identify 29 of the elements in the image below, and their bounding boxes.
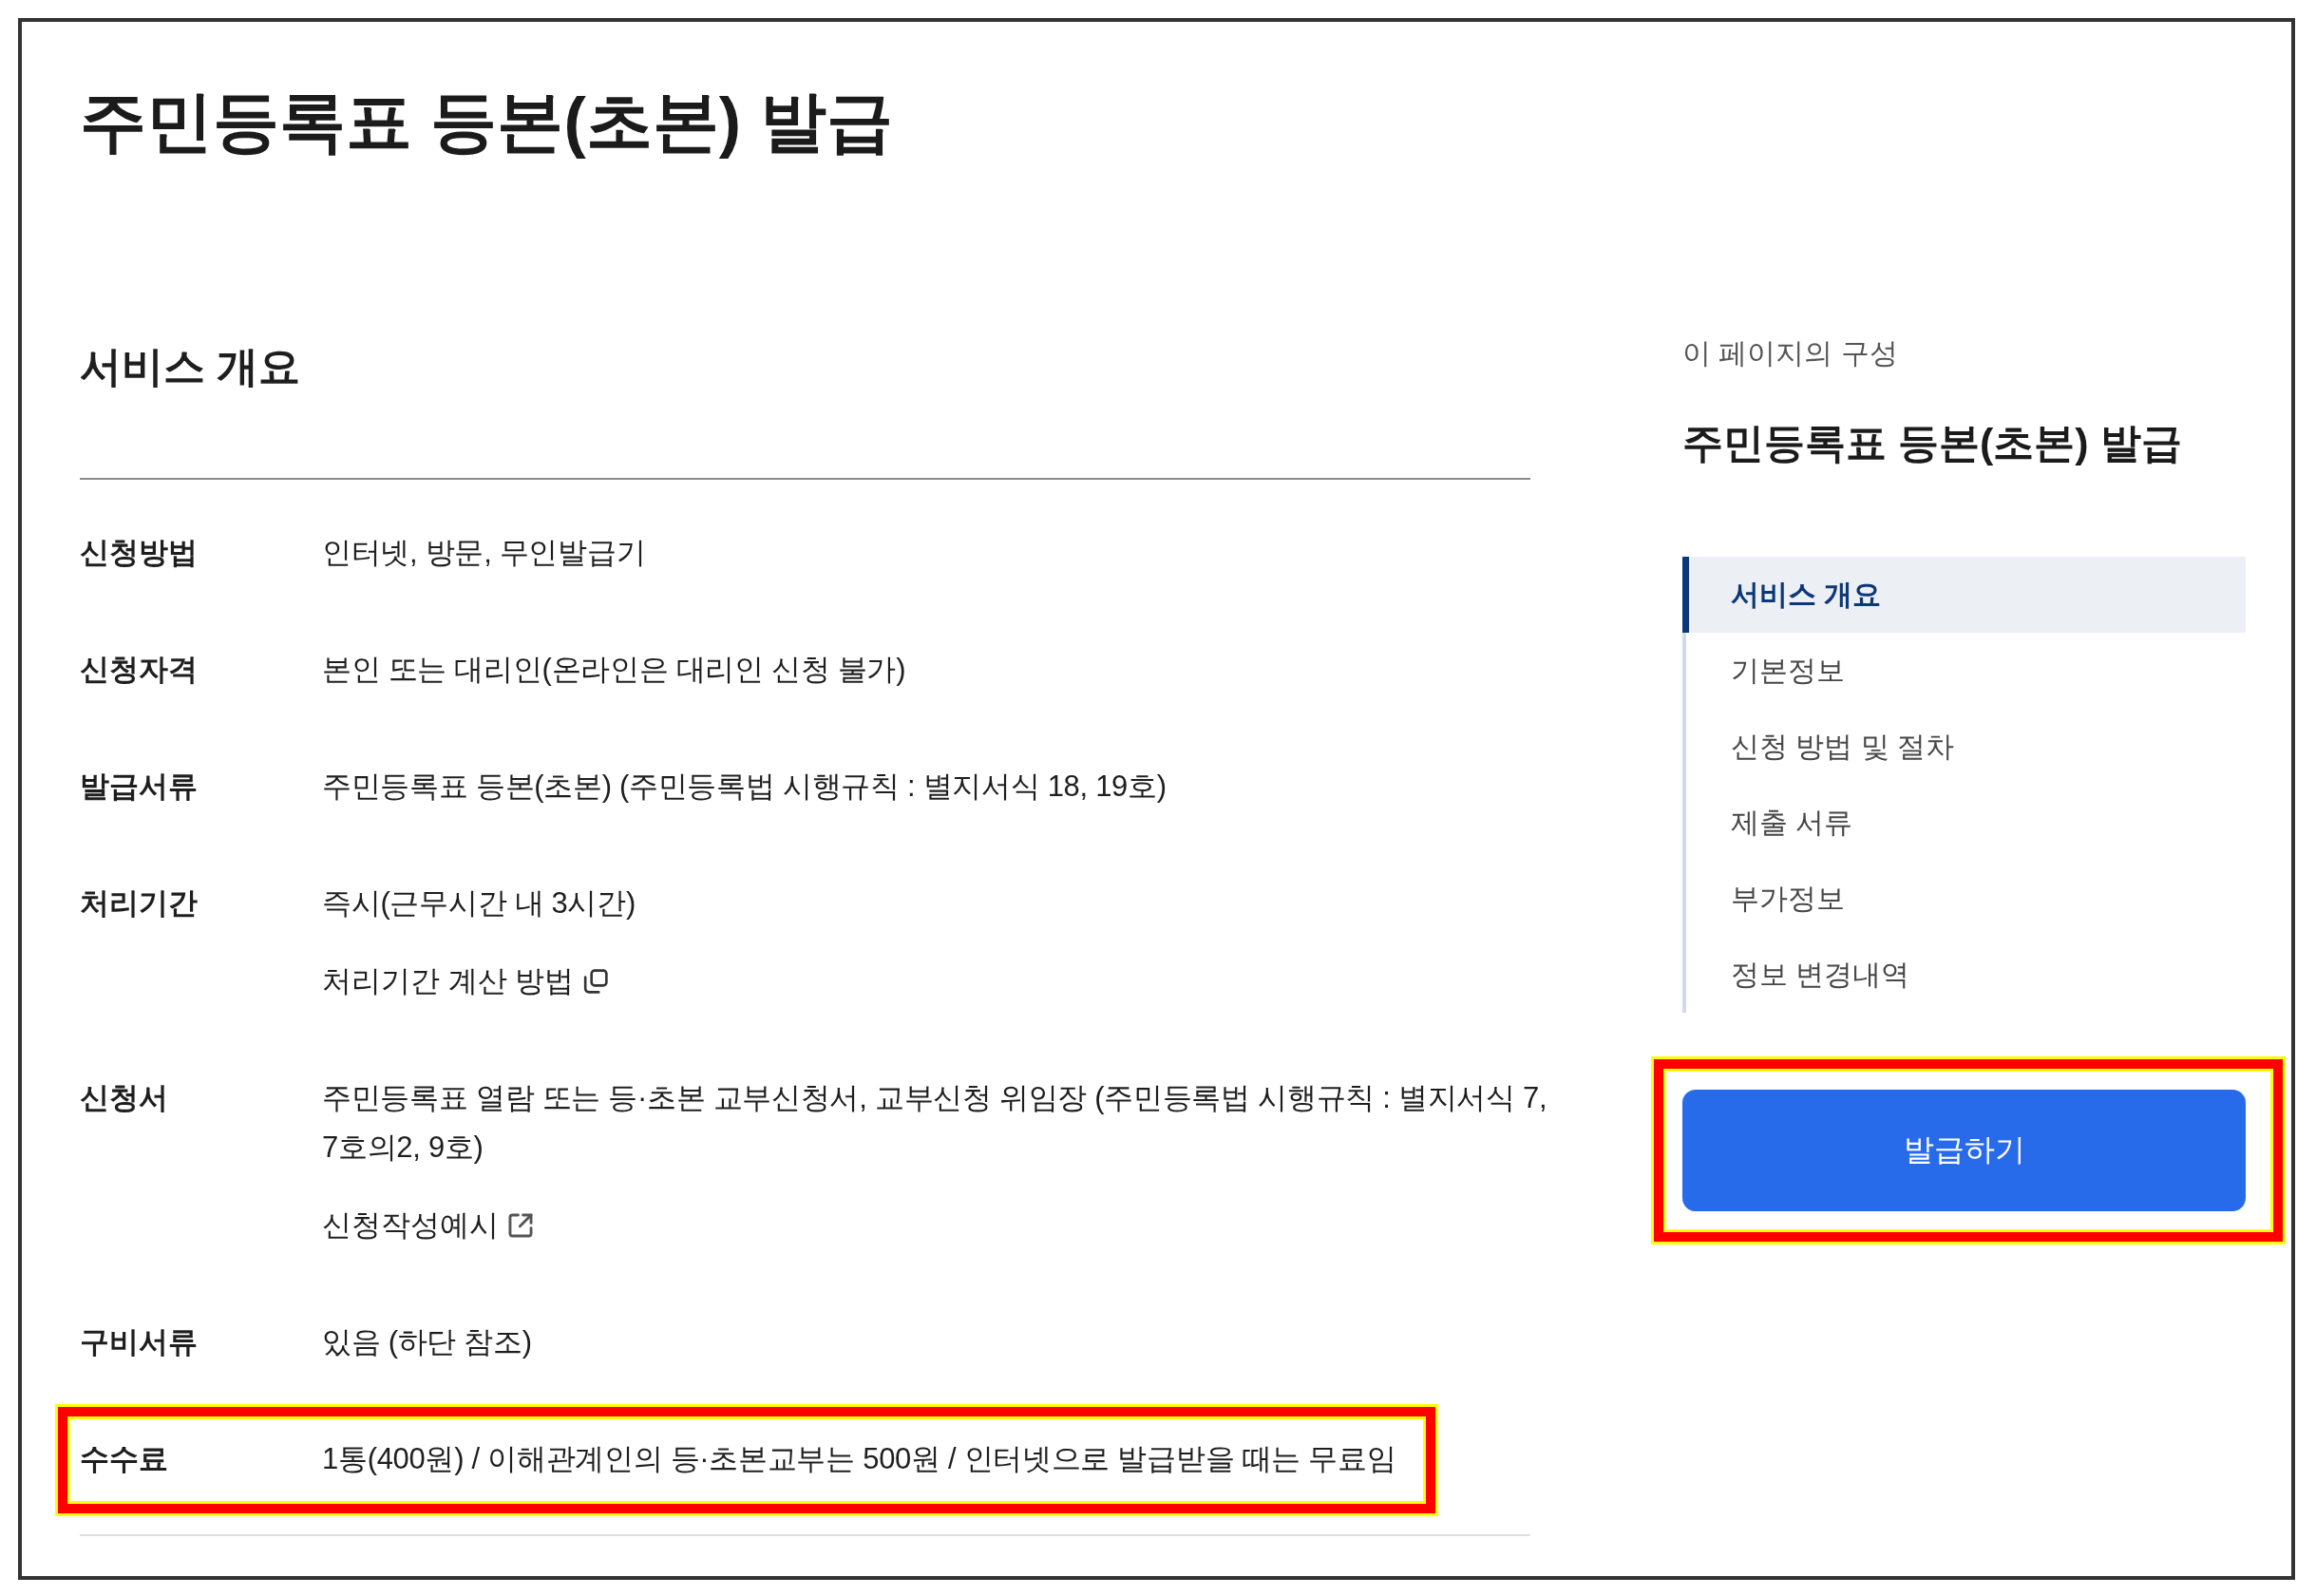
info-label: 발급서류 [80,769,198,805]
issue-button[interactable]: 발급하기 [1682,1090,2246,1211]
info-value: 있음 (하단 참조) [322,1324,532,1360]
external-link-icon [508,1213,533,1238]
toc-caption: 이 페이지의 구성 [1682,336,1898,370]
text-link[interactable]: 처리기간 계산 방법 [322,957,609,1006]
info-value: 주민등록표 열람 또는 등·초본 교부신청서, 교부신청 위임장 (주민등록법 시행규칙 : 별지서식 7, 7호의2, 9호) [322,1080,1548,1166]
nav-item[interactable]: 부가정보 [1682,861,2246,937]
text-link[interactable]: 신청작성예시 [322,1201,533,1250]
info-value: 1통(400원) / 이해관계인의 등·초본교부는 500원 / 인터넷으로 발급받을 때는 무료임 [322,1441,1396,1477]
info-label: 수수료 [80,1441,168,1477]
info-label: 구비서류 [80,1324,198,1360]
info-value: 주민등록표 등본(초본) (주민등록법 시행규칙 : 별지서식 18, 19호) [322,769,1167,805]
info-label: 신청자격 [80,652,198,688]
overlapping-squares-icon [583,969,609,994]
nav-item[interactable]: 서비스 개요 [1682,557,2246,633]
info-value: 인터넷, 방문, 무인발급기 [322,535,646,571]
section-heading: 서비스 개요 [80,342,301,391]
info-label: 신청서 [80,1080,168,1116]
nav-item[interactable]: 정보 변경내역 [1682,937,2246,1013]
toc-title: 주민등록표 등본(초본) 발급 [1682,419,2182,467]
info-value: 본인 또는 대리인(온라인은 대리인 신청 불가) [322,652,906,688]
info-label: 신청방법 [80,535,198,571]
info-label: 처리기간 [80,885,198,922]
nav-item[interactable]: 기본정보 [1682,633,2246,709]
nav-item[interactable]: 제출 서류 [1682,785,2246,861]
nav-item[interactable]: 신청 방법 및 절차 [1682,709,2246,785]
info-value: 즉시(근무시간 내 3시간) [322,885,636,922]
page-title: 주민등록표 등본(초본) 발급 [80,84,893,161]
